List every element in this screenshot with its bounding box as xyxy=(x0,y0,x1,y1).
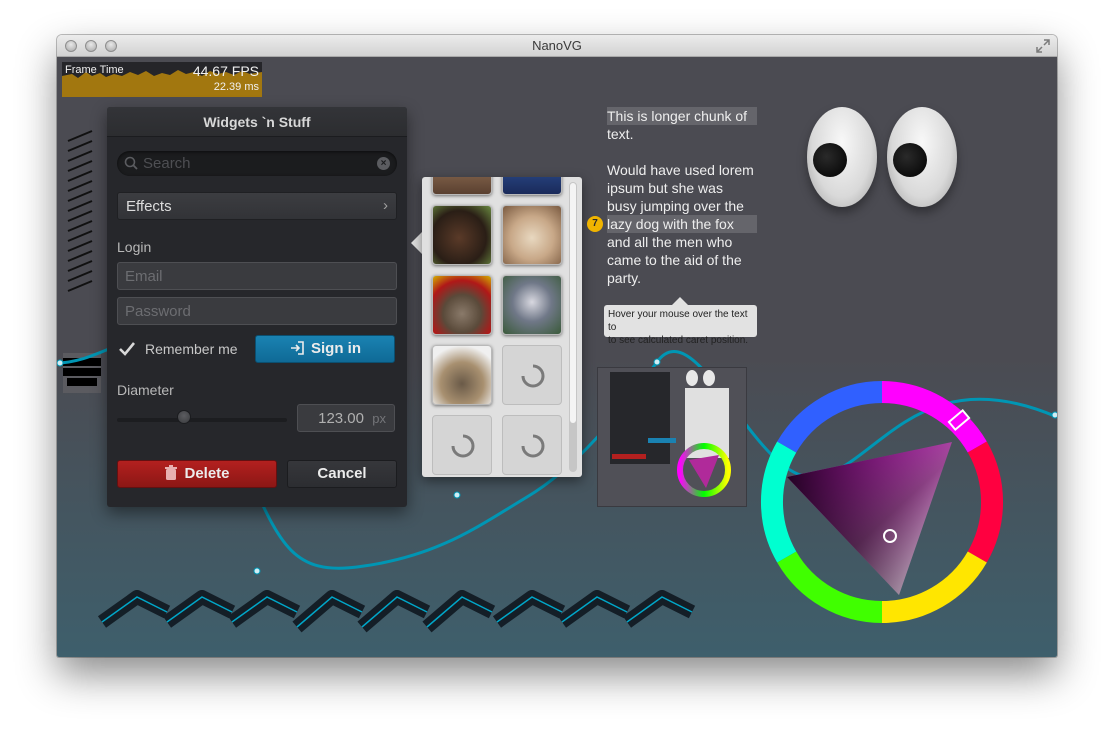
color-wheel[interactable] xyxy=(757,377,1007,627)
title-bar: NanoVG xyxy=(57,35,1057,57)
fullscreen-icon[interactable] xyxy=(1035,38,1051,54)
app-window: NanoVG Frame Time 44.67 FPS 22.39 ms Wid… xyxy=(57,35,1057,657)
nanovg-canvas[interactable]: Frame Time 44.67 FPS 22.39 ms Widgets `n… xyxy=(57,57,1057,657)
window-title: NanoVG xyxy=(532,38,582,53)
